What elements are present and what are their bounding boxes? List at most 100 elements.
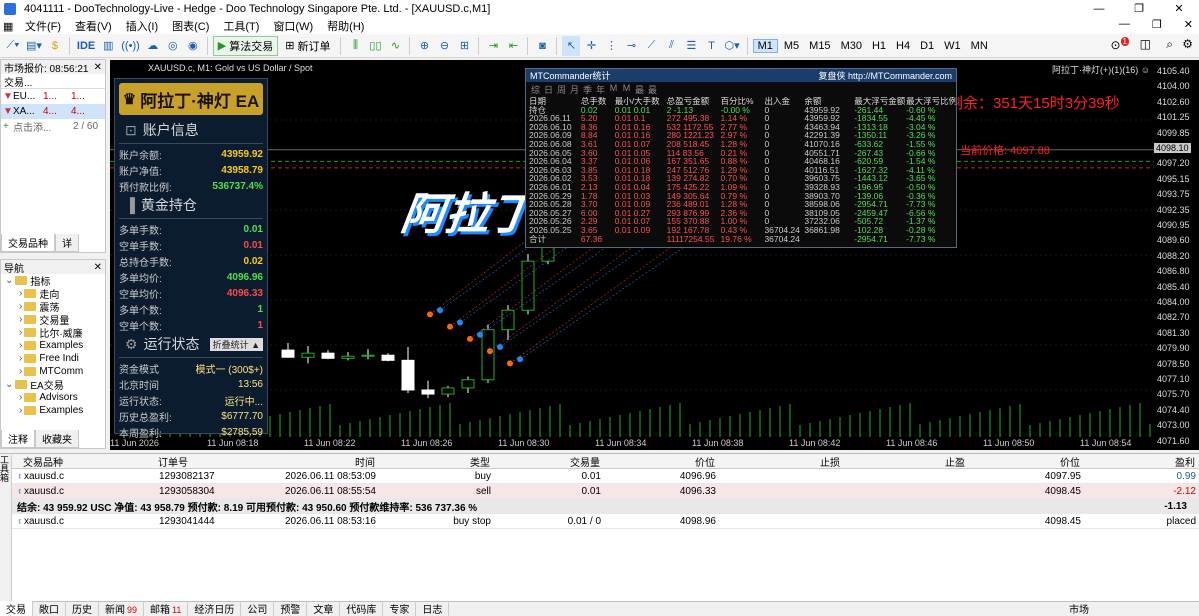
toolbox-tab[interactable]: 文章 [307,601,341,616]
nav-item[interactable]: › Examples [1,404,105,417]
menu-view[interactable]: 查看(V) [68,18,119,34]
timeframe-m1[interactable]: M1 [752,38,778,53]
expand-icon[interactable]: › [19,301,22,312]
expand-icon[interactable]: › [19,366,22,377]
toolbox-tab[interactable]: 经济日历 [188,601,242,616]
market-watch-row[interactable]: ▼ EU... 1... 1... [1,89,105,104]
nav-item[interactable]: › Free Indi [1,352,105,365]
nav-item[interactable]: › 走向 [1,287,105,300]
toolbox-tab[interactable]: 代码库 [340,601,384,616]
child-close-icon[interactable]: ✕ [1184,18,1193,31]
zoom-in-icon[interactable]: ⊕ [415,36,433,56]
positions-col-header[interactable]: 盈利 [1083,454,1198,469]
vertical-line-icon[interactable]: ⋮ [602,36,620,56]
tab-symbols[interactable]: 交易品种 [1,234,55,252]
templates-icon[interactable]: ▤▾ [24,36,44,56]
toolbox-tab[interactable]: 交易 [0,601,33,616]
signals-icon[interactable]: ▥ [99,36,117,56]
toolbox-tab[interactable]: 新闻 99 [99,601,145,616]
vps-icon[interactable]: ◎ [164,36,182,56]
expand-icon[interactable]: › [19,405,22,416]
toolbox-tab[interactable]: 预警 [274,601,308,616]
minimize-button[interactable]: — [1079,0,1119,18]
chart-shift-icon[interactable]: ⇤ [504,36,522,56]
channel-icon[interactable]: ⫽ [662,36,680,56]
toolbox-tab[interactable]: 专家 [383,601,417,616]
restore-button[interactable]: ❐ [1119,0,1159,18]
nav-item[interactable]: › Examples [1,339,105,352]
menu-window[interactable]: 窗口(W) [266,18,320,34]
add-symbol-row[interactable]: + 点击添... 2 / 60 [1,119,105,134]
new-order-button[interactable]: ⊞ 新订单 [280,36,335,56]
timeframe-m15[interactable]: M15 [805,40,834,52]
line-chart-icon[interactable]: ∿ [386,36,404,56]
timeframe-mn[interactable]: MN [967,40,992,52]
mtc-tab[interactable]: 最 [634,83,645,96]
candles-icon[interactable]: ▯▯ [366,36,384,56]
positions-col-header[interactable]: 订单号 [155,454,253,469]
menu-tools[interactable]: 工具(T) [216,18,266,34]
screenshot-icon[interactable]: ◙ [533,36,551,56]
fibonacci-icon[interactable]: ☰ [682,36,700,56]
nav-item[interactable]: ⌄ 指标 [1,274,105,287]
trendline-icon[interactable]: ⟋ [642,36,660,56]
pending-order-row[interactable]: ▭ xauusd.c 1293041444 2026.06.11 08:53:1… [0,514,1199,529]
close-icon[interactable]: ✕ [94,262,102,273]
menu-help[interactable]: 帮助(H) [320,18,371,34]
mtc-tab[interactable]: M [621,83,632,96]
text-icon[interactable]: T [702,36,720,56]
expand-icon[interactable]: › [19,392,22,403]
shapes-icon[interactable]: ⬡▾ [722,36,741,56]
positions-col-header[interactable]: 类型 [378,454,493,469]
expand-icon[interactable]: ⌄ [5,379,13,390]
tab-favorites[interactable]: 收藏夹 [35,430,79,448]
timeframe-h4[interactable]: H4 [892,40,914,52]
settings-icon[interactable]: ⚙ [1182,37,1193,51]
radio-icon[interactable]: ((•)) [119,36,142,56]
close-button[interactable]: ✕ [1159,0,1199,18]
menu-charts[interactable]: 图表(C) [165,18,216,34]
child-restore-icon[interactable]: ❐ [1152,18,1162,31]
market-watch-row[interactable]: ▼ XA... 4... 4... [1,104,105,119]
close-icon[interactable]: ✕ [94,62,102,73]
nav-item[interactable]: ⌄ EA交易 [1,378,105,391]
positions-col-header[interactable]: 价位 [968,454,1083,469]
account-icon[interactable]: ◫ [1140,37,1151,51]
collapse-stats-button[interactable]: 折叠统计 ▲ [209,337,263,351]
deposit-icon[interactable]: $ [46,36,64,56]
timeframe-m5[interactable]: M5 [780,40,803,52]
position-row[interactable]: ▭xauusd.c12930821372026.06.11 08:53:09bu… [0,469,1199,484]
mtc-tab[interactable]: M [608,83,619,96]
doc-icon[interactable]: ▦ [0,20,18,33]
nav-item[interactable]: › 交易量 [1,313,105,326]
market-status[interactable]: 市场 [1069,601,1199,616]
position-row[interactable]: ▭xauusd.c12930583042026.06.11 08:55:54se… [0,484,1199,499]
grid-icon[interactable]: ⊞ [455,36,473,56]
nav-item[interactable]: › Advisors [1,391,105,404]
tab-comments[interactable]: 注释 [1,430,35,448]
cloud-icon[interactable]: ☁ [144,36,162,56]
positions-col-header[interactable]: 交易品种 [20,454,155,469]
expand-icon[interactable]: › [19,340,22,351]
zoom-out-icon[interactable]: ⊖ [435,36,453,56]
mtc-tab[interactable]: 年 [595,83,606,96]
search-icon[interactable]: ⌕ [1166,37,1173,52]
toolbox-tab[interactable]: 邮箱 11 [144,601,189,616]
timeframe-m30[interactable]: M30 [837,40,866,52]
horizontal-line-icon[interactable]: ⊸ [622,36,640,56]
positions-col-header[interactable]: 价位 [603,454,718,469]
nav-item[interactable]: › 比尔·威廉 [1,326,105,339]
child-minimize-icon[interactable]: — [1119,18,1130,31]
menu-insert[interactable]: 插入(I) [119,18,165,34]
crosshair-icon[interactable]: ✛ [582,36,600,56]
toolbox-tab[interactable]: 公司 [241,601,275,616]
mtc-tab[interactable]: 季 [582,83,593,96]
toolbox-tab[interactable]: 历史 [66,601,99,616]
mtc-tab[interactable]: 月 [569,83,580,96]
ide-button[interactable]: IDE [75,36,97,56]
timeframe-h1[interactable]: H1 [868,40,890,52]
autoscroll-icon[interactable]: ⇥ [484,36,502,56]
network-icon[interactable]: ◉ [184,36,202,56]
expand-icon[interactable]: › [19,288,22,299]
mtc-tab[interactable]: 日 [543,83,554,96]
